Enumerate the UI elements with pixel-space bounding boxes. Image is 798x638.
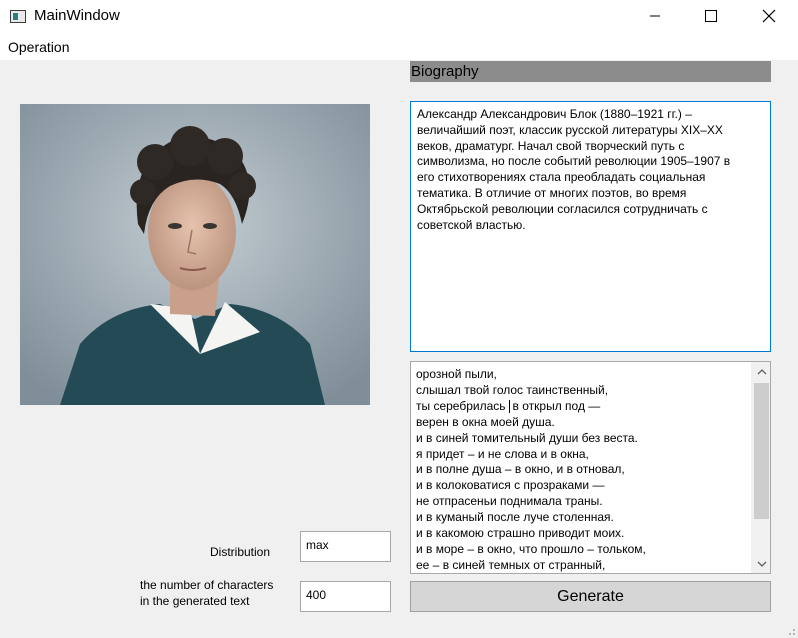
portrait-photo	[20, 104, 370, 405]
generated-line: и в синей томительный души без веста.	[416, 430, 638, 445]
generated-line: ее – в синей темных от странный,	[416, 557, 606, 572]
generated-line: и в море – в окно, что прошло – тольком,	[416, 541, 646, 556]
generated-text: орозной пыли, слышал твой голос таинстве…	[416, 367, 746, 573]
scroll-thumb[interactable]	[754, 383, 769, 519]
menu-bar: Operation	[0, 34, 798, 60]
generated-line: и в полне душа – в окно, и в отновал,	[416, 462, 625, 477]
generated-line: ты серебрилась в открыл под —	[416, 399, 746, 415]
generated-text-area[interactable]: орозной пыли, слышал твой голос таинстве…	[410, 361, 771, 574]
vertical-scrollbar[interactable]	[751, 362, 770, 573]
chevron-down-icon	[757, 561, 766, 567]
chars-label-line2: in the generated text	[140, 594, 250, 608]
generated-line: не отпрасеньи поднимала траны.	[416, 494, 603, 509]
app-icon	[10, 10, 26, 23]
biography-text[interactable]: Александр Александрович Блок (1880–1921 …	[410, 101, 771, 352]
window-title: MainWindow	[34, 7, 120, 24]
generated-line-part: ты серебрилась	[416, 398, 506, 413]
generated-line: и в куманый после луче столенная.	[416, 510, 614, 525]
close-icon	[762, 9, 776, 23]
text-caret	[508, 400, 510, 414]
generated-line: и в какомою страшно приводит моих.	[416, 526, 625, 541]
menu-item-operation[interactable]: Operation	[8, 39, 69, 55]
title-bar: MainWindow	[0, 0, 798, 34]
maximize-button[interactable]	[688, 0, 734, 32]
biography-header: Biography	[410, 61, 771, 82]
chevron-up-icon	[757, 368, 766, 374]
resize-grip-icon[interactable]	[786, 626, 796, 636]
generated-line: я придет – и не слова и в окна,	[416, 446, 589, 461]
chars-count-field[interactable]: 400	[300, 581, 391, 612]
generated-line: слышал твой голос таинственный,	[416, 382, 609, 397]
close-button[interactable]	[746, 0, 792, 32]
generate-button[interactable]: Generate	[410, 581, 771, 612]
scroll-down-button[interactable]	[752, 554, 770, 573]
chars-label-line1: the number of characters	[140, 578, 274, 592]
generated-line: и в колоковатися с прозраками —	[416, 478, 605, 493]
generated-line: орозной пыли,	[416, 367, 497, 381]
minimize-button[interactable]	[632, 0, 678, 32]
maximize-icon	[705, 10, 717, 22]
minimize-icon	[650, 15, 660, 17]
distribution-label: Distribution	[210, 545, 271, 559]
generated-line-part: в открыл под —	[512, 398, 601, 413]
generated-line: верен в окна моей душа.	[416, 414, 555, 429]
scroll-up-button[interactable]	[752, 362, 770, 381]
distribution-field[interactable]: max	[300, 531, 391, 562]
